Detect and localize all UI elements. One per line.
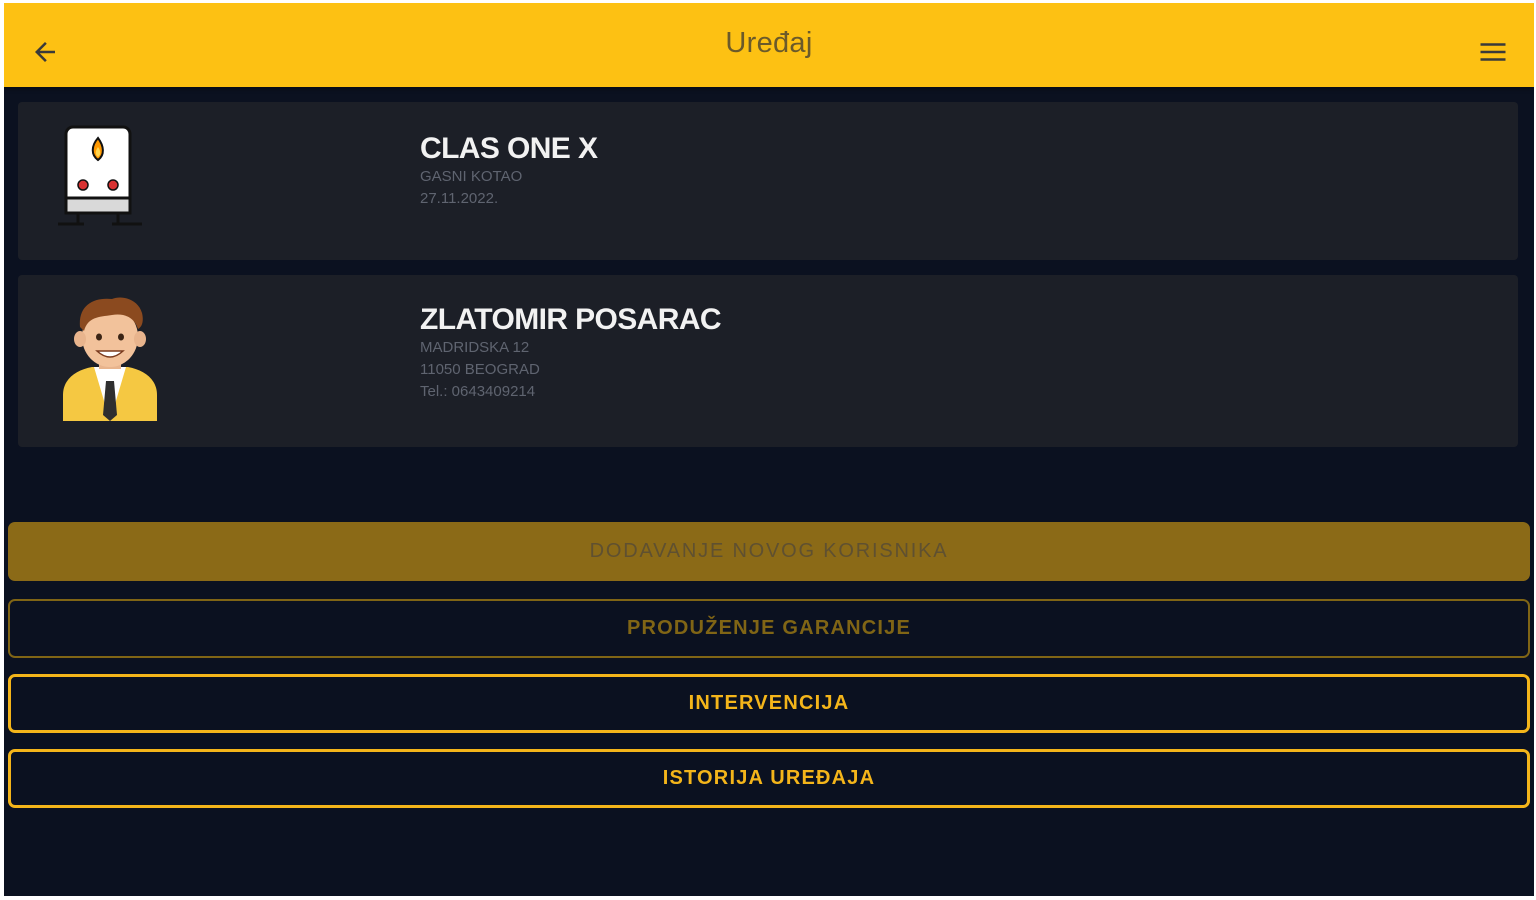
user-name: ZLATOMIR POSARAC [420,303,722,336]
device-info: CLAS ONE X GASNI KOTAO 27.11.2022. [420,132,598,210]
user-card[interactable]: ZLATOMIR POSARAC MADRIDSKA 12 11050 BEOG… [18,275,1518,447]
person-avatar-icon [58,295,162,426]
user-phone: Tel.: 0643409214 [420,383,536,400]
extend-warranty-button[interactable]: PRODUŽENJE GARANCIJE [8,599,1530,658]
device-history-button[interactable]: ISTORIJA UREĐAJA [8,749,1530,808]
page-title: Uređaj [725,27,813,59]
add-new-user-button[interactable]: DODAVANJE NOVOG KORISNIKA [8,522,1530,581]
device-date: 27.11.2022. [420,190,499,207]
device-name: CLAS ONE X [420,132,598,165]
hamburger-menu-icon [1480,43,1506,61]
app-screen: Uređaj CLAS ONE X GASNI KOTAO 27.11.2022… [4,3,1534,896]
user-city: 11050 BEOGRAD [420,361,540,378]
user-info: ZLATOMIR POSARAC MADRIDSKA 12 11050 BEOG… [420,303,722,403]
app-bar: Uređaj [4,3,1534,87]
intervention-button[interactable]: INTERVENCIJA [8,674,1530,733]
user-address: MADRIDSKA 12 [420,339,530,356]
device-type: GASNI KOTAO [420,168,523,185]
gas-boiler-icon [58,124,148,233]
device-card[interactable]: CLAS ONE X GASNI KOTAO 27.11.2022. [18,102,1518,260]
menu-button[interactable] [1474,33,1512,71]
